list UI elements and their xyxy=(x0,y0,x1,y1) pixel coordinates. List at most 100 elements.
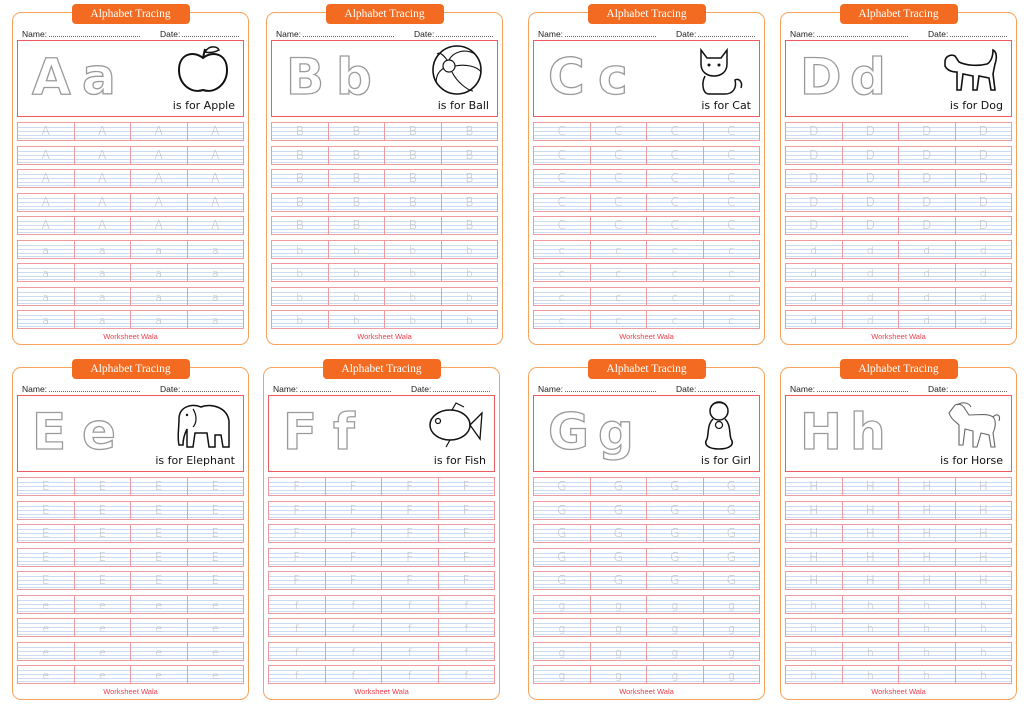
trace-cell[interactable]: b xyxy=(385,264,442,281)
trace-cell[interactable]: c xyxy=(704,264,760,281)
trace-cell[interactable]: h xyxy=(899,619,956,636)
trace-cell[interactable]: a xyxy=(188,311,244,328)
trace-cell[interactable]: A xyxy=(75,217,131,234)
trace-cell[interactable]: D xyxy=(843,193,899,211)
trace-cell[interactable]: f xyxy=(382,595,439,613)
date-field[interactable]: Date: xyxy=(160,25,239,39)
trace-cell[interactable]: b xyxy=(329,240,385,258)
trace-cell[interactable]: b xyxy=(442,264,498,281)
trace-cell[interactable]: f xyxy=(269,619,326,636)
trace-cell[interactable]: b xyxy=(329,287,385,305)
trace-cell[interactable]: e xyxy=(188,643,244,660)
trace-cell[interactable]: g xyxy=(647,595,704,613)
trace-cell[interactable]: g xyxy=(591,642,647,660)
trace-cell[interactable]: F xyxy=(269,548,326,566)
trace-cell[interactable]: c xyxy=(647,264,704,281)
trace-cell[interactable]: D xyxy=(899,193,956,211)
trace-cell[interactable]: E xyxy=(75,501,131,519)
trace-cell[interactable]: C xyxy=(704,147,760,164)
trace-cell[interactable]: F xyxy=(326,548,382,566)
trace-cell[interactable]: g xyxy=(704,619,760,636)
trace-cell[interactable]: D xyxy=(899,123,956,140)
trace-cell[interactable]: G xyxy=(647,572,704,589)
trace-cell[interactable]: a xyxy=(75,287,131,305)
trace-cell[interactable]: e xyxy=(75,642,131,660)
trace-cell[interactable]: A xyxy=(75,123,131,140)
trace-cell[interactable]: F xyxy=(439,502,495,519)
trace-cell[interactable]: F xyxy=(382,548,439,566)
trace-cell[interactable]: A xyxy=(18,146,75,164)
trace-cell[interactable]: b xyxy=(272,240,329,258)
trace-cell[interactable]: G xyxy=(591,478,647,495)
trace-cell[interactable]: B xyxy=(329,193,385,211)
trace-cell[interactable]: d xyxy=(899,264,956,281)
trace-cell[interactable]: b xyxy=(329,311,385,328)
trace-cell[interactable]: c xyxy=(647,311,704,328)
name-field[interactable]: Name: xyxy=(538,25,656,39)
trace-cell[interactable]: A xyxy=(75,170,131,187)
trace-cell[interactable]: g xyxy=(647,666,704,683)
date-field[interactable]: Date: xyxy=(676,25,755,39)
trace-cell[interactable]: B xyxy=(442,170,498,187)
trace-cell[interactable]: h xyxy=(956,596,1012,613)
trace-cell[interactable]: c xyxy=(591,264,647,281)
date-blank[interactable] xyxy=(182,383,239,392)
trace-cell[interactable]: a xyxy=(131,240,188,258)
trace-cell[interactable]: e xyxy=(18,642,75,660)
trace-cell[interactable]: E xyxy=(188,525,244,542)
trace-cell[interactable]: b xyxy=(442,311,498,328)
trace-cell[interactable]: A xyxy=(131,123,188,140)
trace-cell[interactable]: F xyxy=(382,501,439,519)
trace-cell[interactable]: H xyxy=(786,525,843,542)
trace-cell[interactable]: G xyxy=(647,548,704,566)
date-blank[interactable] xyxy=(950,28,1007,37)
trace-cell[interactable]: B xyxy=(385,146,442,164)
trace-cell[interactable]: F xyxy=(269,478,326,495)
date-field[interactable]: Date: xyxy=(928,25,1007,39)
name-field[interactable]: Name: xyxy=(22,380,140,394)
trace-cell[interactable]: c xyxy=(534,287,591,305)
trace-cell[interactable]: E xyxy=(18,478,75,495)
trace-cell[interactable]: D xyxy=(843,170,899,187)
trace-cell[interactable]: h xyxy=(899,642,956,660)
trace-cell[interactable]: C xyxy=(534,123,591,140)
trace-cell[interactable]: C xyxy=(704,123,760,140)
trace-cell[interactable]: C xyxy=(704,170,760,187)
trace-cell[interactable]: c xyxy=(591,240,647,258)
trace-cell[interactable]: d xyxy=(843,287,899,305)
trace-cell[interactable]: f xyxy=(326,595,382,613)
trace-cell[interactable]: G xyxy=(591,572,647,589)
trace-cell[interactable]: c xyxy=(591,311,647,328)
trace-cell[interactable]: E xyxy=(131,525,188,542)
trace-cell[interactable]: C xyxy=(591,146,647,164)
trace-cell[interactable]: B xyxy=(442,217,498,234)
trace-cell[interactable]: d xyxy=(956,264,1012,281)
trace-cell[interactable]: D xyxy=(956,147,1012,164)
trace-cell[interactable]: A xyxy=(18,193,75,211)
trace-cell[interactable]: A xyxy=(188,217,244,234)
trace-cell[interactable]: D xyxy=(899,170,956,187)
trace-cell[interactable]: d xyxy=(956,241,1012,258)
trace-cell[interactable]: c xyxy=(704,311,760,328)
trace-cell[interactable]: C xyxy=(704,194,760,211)
trace-cell[interactable]: a xyxy=(131,264,188,281)
trace-cell[interactable]: e xyxy=(18,619,75,636)
trace-cell[interactable]: e xyxy=(188,619,244,636)
trace-cell[interactable]: h xyxy=(843,595,899,613)
trace-cell[interactable]: G xyxy=(704,549,760,566)
trace-cell[interactable]: f xyxy=(382,666,439,683)
trace-cell[interactable]: C xyxy=(591,123,647,140)
date-blank[interactable] xyxy=(182,28,239,37)
trace-cell[interactable]: g xyxy=(591,619,647,636)
trace-cell[interactable]: C xyxy=(647,146,704,164)
trace-cell[interactable]: G xyxy=(534,478,591,495)
trace-cell[interactable]: F xyxy=(439,525,495,542)
trace-cell[interactable]: B xyxy=(442,147,498,164)
trace-cell[interactable]: G xyxy=(534,501,591,519)
name-blank[interactable] xyxy=(565,383,656,392)
trace-cell[interactable]: A xyxy=(188,123,244,140)
trace-cell[interactable]: G xyxy=(704,572,760,589)
trace-cell[interactable]: H xyxy=(899,525,956,542)
trace-cell[interactable]: a xyxy=(188,264,244,281)
trace-cell[interactable]: B xyxy=(442,123,498,140)
